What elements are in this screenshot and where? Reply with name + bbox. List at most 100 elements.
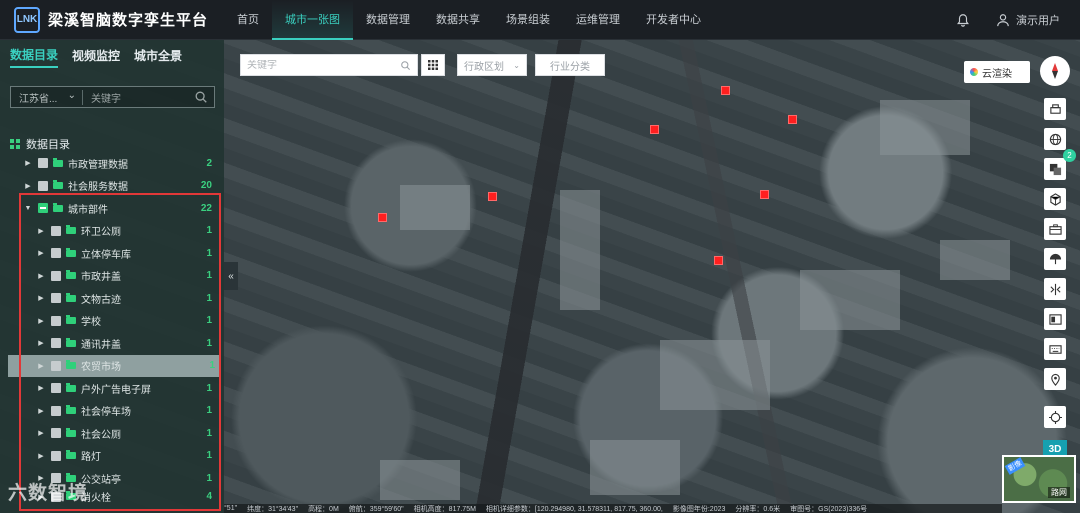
tree-item-heritage-site[interactable]: ▶ 文物古迹 1 [0,287,224,310]
tree-item-count: 1 [206,315,212,327]
tree-checkbox[interactable] [51,270,61,281]
poi-marker[interactable] [378,213,387,222]
tree-item-label: 公交站亭 [81,474,121,486]
folder-icon [66,270,76,280]
compass-icon[interactable] [1040,56,1070,86]
globe-tool-button[interactable] [1044,128,1066,150]
tree-item-farmers-market[interactable]: ▶ 农贸市场 1 [8,354,219,377]
panel-tool-button[interactable] [1044,308,1066,330]
chevron-right-icon[interactable]: ▶ [24,182,32,190]
district-select[interactable]: 行政区划 ⌄ [457,54,527,76]
bell-icon[interactable] [956,13,970,27]
grid-view-button[interactable] [421,54,445,76]
chevron-right-icon[interactable]: ▶ [37,384,45,392]
nav-scene-assembly[interactable]: 场景组装 [493,0,563,40]
map-building [560,190,600,310]
chevron-right-icon[interactable]: ▶ [37,227,45,235]
model-tool-button[interactable] [1044,188,1066,210]
tree-item-label: 市政井盖 [81,272,121,284]
tree-checkbox[interactable] [51,450,61,461]
tree-item-telecom-manhole[interactable]: ▶ 通讯井盖 1 [0,332,224,355]
chevron-right-icon[interactable]: ▶ [37,249,45,257]
tree-item-parking-garage[interactable]: ▶ 立体停车库 1 [0,242,224,265]
catalog-keyword-input[interactable]: 关键字 [83,90,194,105]
nav-data-sharing[interactable]: 数据共享 [423,0,493,40]
basemap-label: 路网 [1048,487,1070,498]
industry-select[interactable]: 行业分类 [535,54,605,76]
tree-item-sanitation-toilet[interactable]: ▶ 环卫公厕 1 [0,220,224,243]
keyboard-tool-button[interactable] [1044,338,1066,360]
poi-marker[interactable] [488,192,497,201]
cloud-render-button[interactable]: 云渲染 [964,61,1030,83]
tree-item-manhole-cover[interactable]: ▶ 市政井盖 1 [0,265,224,288]
status-resolution: 分辨率：0.6米 [735,505,781,513]
poi-marker[interactable] [714,256,723,265]
tree-item-social-service-data[interactable]: ▶ 社会服务数据 20 [0,175,224,198]
chevron-right-icon[interactable]: ▶ [37,339,45,347]
tree-item-city-components[interactable]: ▼ 城市部件 22 [0,197,224,220]
tree-checkbox[interactable] [51,428,61,439]
measure-tool-button[interactable] [1044,278,1066,300]
tree-item-outdoor-ad-screen[interactable]: ▶ 户外广告电子屏 1 [0,377,224,400]
tree-checkbox[interactable] [51,293,61,304]
basemap-switcher[interactable]: 影像 路网 [1002,455,1076,503]
tree-checkbox[interactable] [51,338,61,349]
search-icon[interactable] [400,60,411,71]
tree-item-count: 4 [206,491,212,502]
location-tool-button[interactable] [1044,368,1066,390]
poi-marker[interactable] [721,86,730,95]
tree-item-label: 环卫公厕 [81,227,121,239]
chevron-right-icon[interactable]: ▶ [37,407,45,415]
status-camera-params: 相机详细参数：[120.294980, 31.578311, 817.75, 3… [485,505,663,513]
map-search-input[interactable] [247,59,400,71]
collapse-panel-button[interactable]: « [224,262,238,290]
tree-checkbox[interactable] [38,158,48,169]
tree-checkbox[interactable] [51,248,61,259]
tab-video-monitoring[interactable]: 视频监控 [72,47,120,67]
chevron-right-icon[interactable]: ▶ [24,159,32,167]
tree-checkbox[interactable] [51,383,61,394]
map-building [380,460,460,500]
locate-me-button[interactable] [1044,406,1066,428]
nav-city-map[interactable]: 城市一张图 [272,0,353,40]
tree-item-public-toilet[interactable]: ▶ 社会公厕 1 [0,422,224,445]
tree-checkbox[interactable] [38,180,48,191]
nav-ops-management[interactable]: 运维管理 [563,0,633,40]
status-imagery-year: 影像图年份:2023 [672,505,726,513]
region-select[interactable]: 江苏省... ⌄ [11,89,83,105]
poi-marker[interactable] [650,125,659,134]
toolbox-tool-button[interactable] [1044,218,1066,240]
tree-item-municipal-data[interactable]: ▶ 市政管理数据 2 [0,152,224,175]
chevron-right-icon[interactable]: ▶ [37,452,45,460]
tree-checkbox[interactable] [51,315,61,326]
chevron-right-icon[interactable]: ▶ [37,294,45,302]
tree-checkbox[interactable] [38,203,48,214]
region-select-label: 江苏省... [19,93,58,105]
tree-checkbox[interactable] [51,405,61,416]
compass-needle-icon [1052,63,1058,79]
chevron-right-icon[interactable]: ▶ [37,272,45,280]
folder-icon [66,247,76,257]
tab-city-panorama[interactable]: 城市全景 [134,47,182,67]
user-name[interactable]: 演示用户 [1016,12,1060,28]
tree-checkbox[interactable] [51,360,61,371]
weather-tool-button[interactable] [1044,248,1066,270]
chevron-right-icon[interactable]: ▶ [37,429,45,437]
nav-developer-center[interactable]: 开发者中心 [633,0,714,40]
tree-item-public-parking[interactable]: ▶ 社会停车场 1 [0,400,224,423]
poi-marker[interactable] [788,115,797,124]
poi-marker[interactable] [760,190,769,199]
chevron-right-icon[interactable]: ▶ [37,317,45,325]
tree-checkbox[interactable] [51,225,61,236]
tab-data-catalog[interactable]: 数据目录 [10,46,59,68]
chevron-down-icon[interactable]: ▼ [24,205,32,212]
nav-home[interactable]: 首页 [224,0,272,40]
tree-item-school[interactable]: ▶ 学校 1 [0,310,224,333]
nav-data-management[interactable]: 数据管理 [353,0,423,40]
tree-item-street-light[interactable]: ▶ 路灯 1 [0,445,224,468]
print-tool-button[interactable] [1044,98,1066,120]
layers-tool-button[interactable] [1044,158,1066,180]
search-icon[interactable] [194,90,208,104]
chevron-down-icon: ⌄ [67,89,76,101]
chevron-right-icon[interactable]: ▶ [37,362,45,370]
